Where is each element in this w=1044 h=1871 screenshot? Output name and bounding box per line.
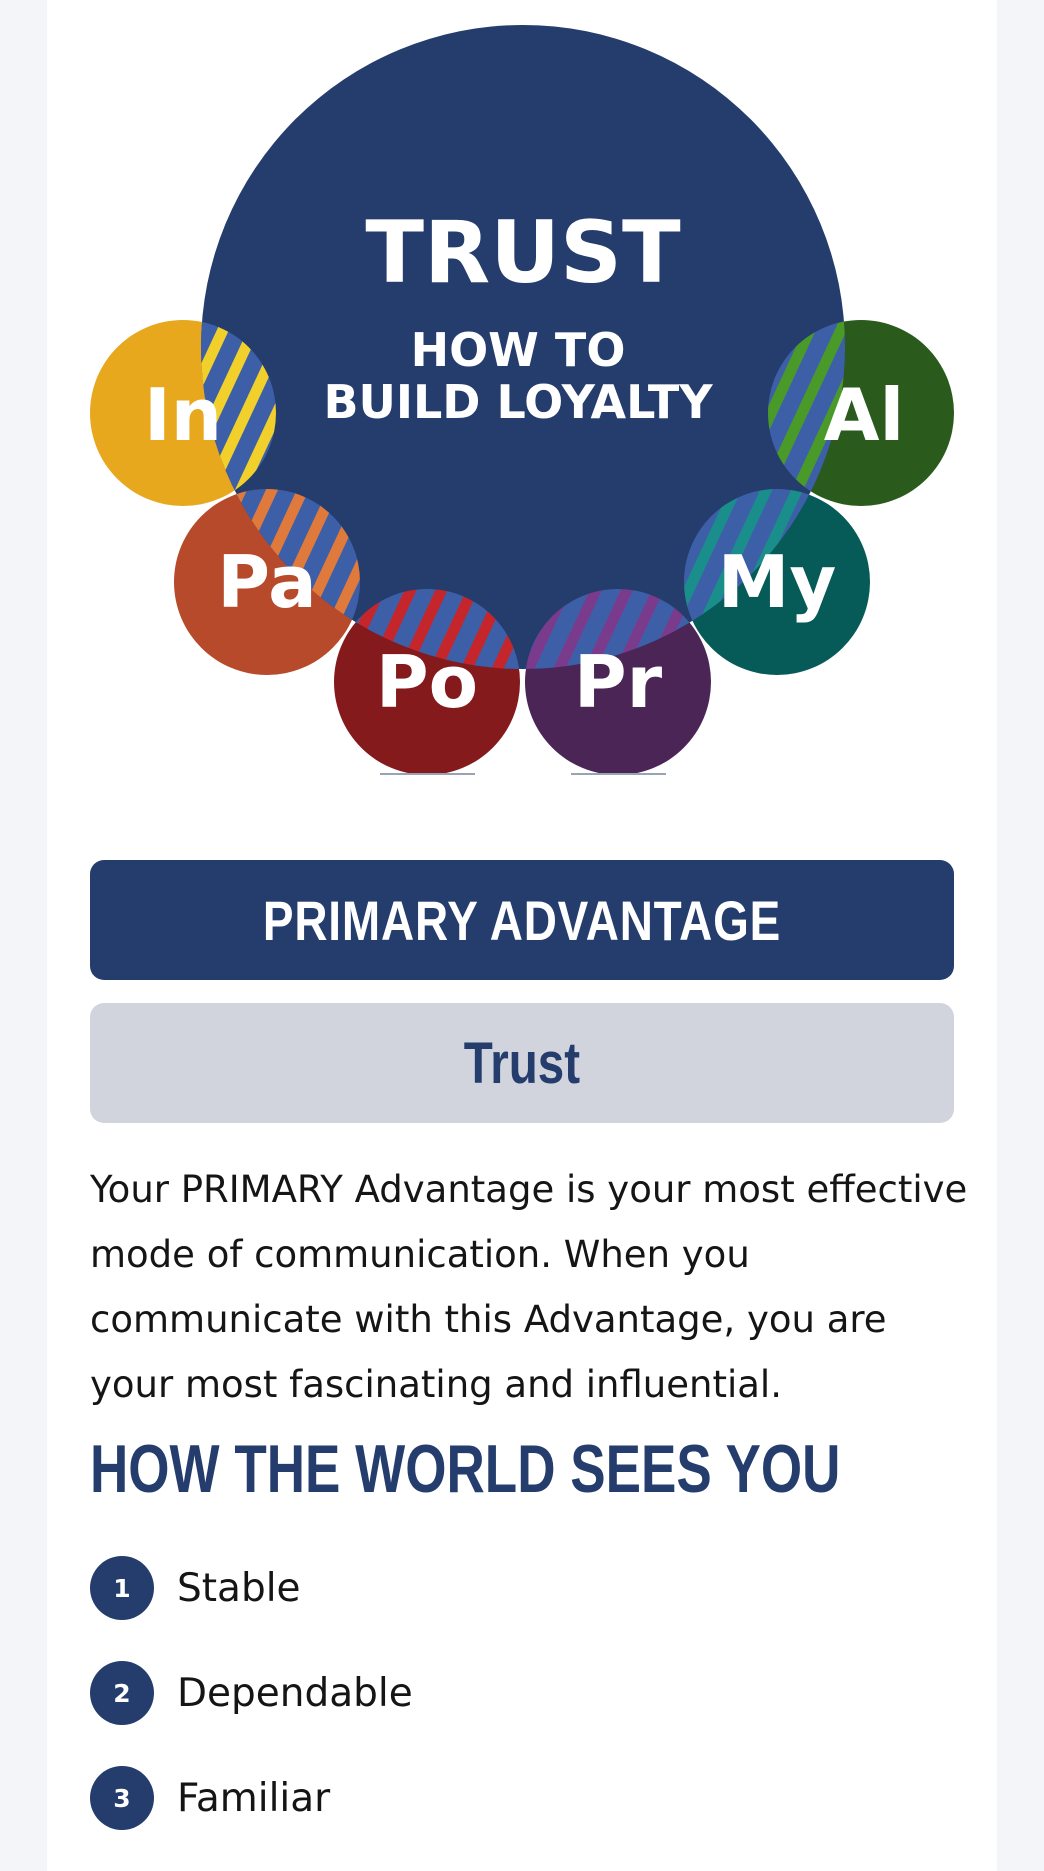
diagram-subtitle-line1: HOW TO [411,323,626,377]
trait-list: 1 Stable 2 Dependable 3 Familiar [90,1556,413,1871]
diagram-title: TRUST [365,203,681,303]
advantage-abbr-al: Al [824,373,904,457]
advantage-diagram: TRUST HOW TO BUILD LOYALTY In Pa Po Pr M… [90,25,954,775]
trait-item: 2 Dependable [90,1661,413,1725]
advantage-abbr-in: In [144,373,222,457]
primary-advantage-value-text: Trust [463,1030,581,1096]
primary-advantage-description: Your PRIMARY Advantage is your most effe… [90,1168,968,1406]
advantage-abbr-my: My [718,540,837,624]
trait-number-badge: 1 [90,1556,154,1620]
world-sees-you-heading: HOW THE WORLD SEES YOU [90,1431,841,1507]
primary-advantage-value: Trust [90,1003,954,1123]
advantage-abbr-pa: Pa [217,540,316,624]
trait-label: Dependable [177,1670,413,1716]
trait-label: Familiar [177,1775,331,1821]
advantage-abbr-pr: Pr [574,640,663,724]
trait-label: Stable [177,1565,301,1611]
primary-advantage-heading: PRIMARY ADVANTAGE [90,860,954,980]
diagram-subtitle-line2: BUILD LOYALTY [323,375,713,429]
advantage-abbr-po: Po [376,640,478,724]
trait-number-badge: 3 [90,1766,154,1830]
trait-item: 3 Familiar [90,1766,413,1830]
trait-item: 1 Stable [90,1556,413,1620]
trait-number-badge: 2 [90,1661,154,1725]
primary-advantage-heading-text: PRIMARY ADVANTAGE [262,888,782,952]
